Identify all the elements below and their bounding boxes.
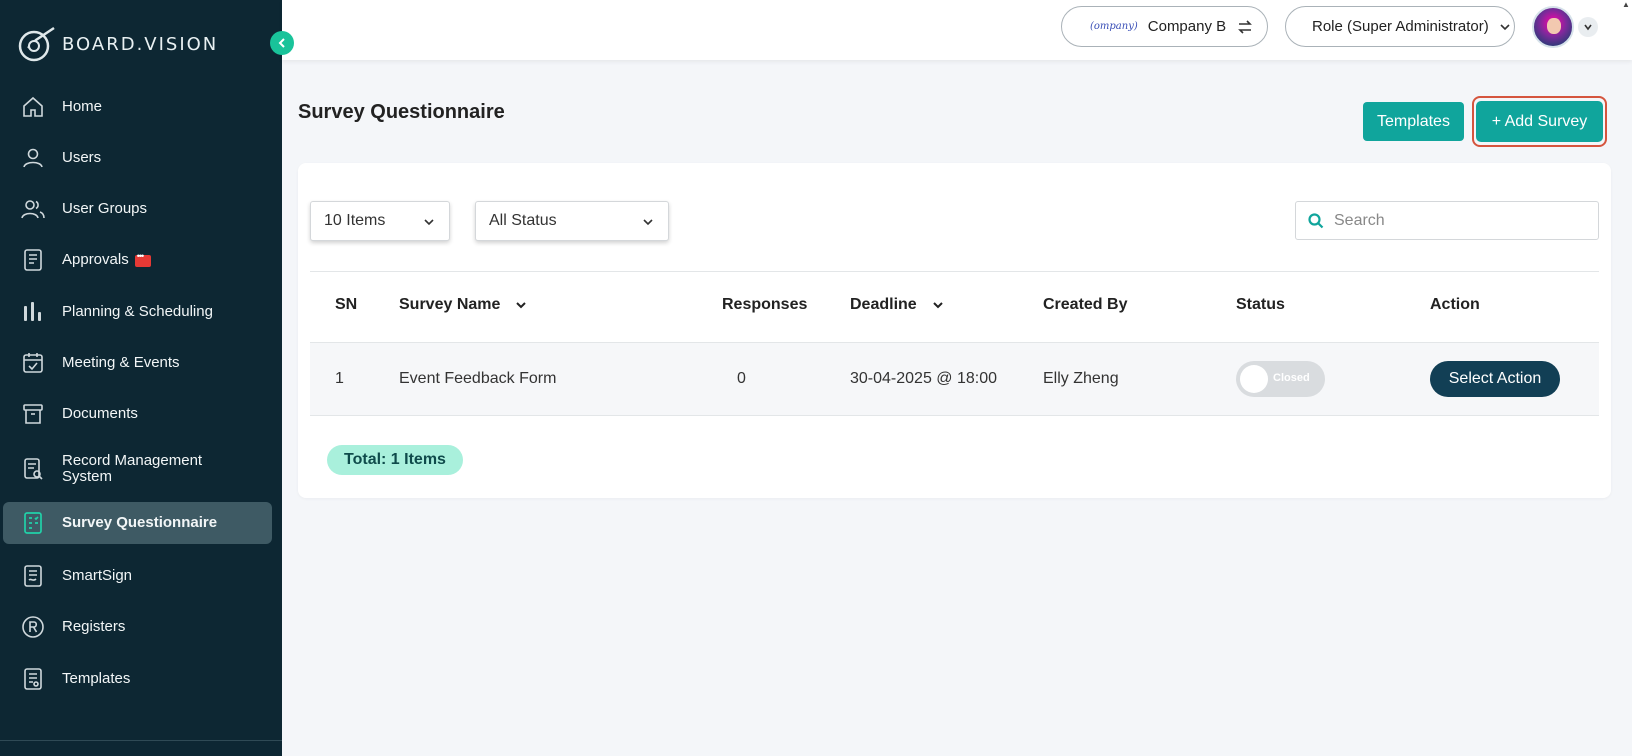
scrollbar-up-arrow[interactable]: ▲ bbox=[1622, 0, 1630, 9]
sort-chevron-icon[interactable] bbox=[514, 298, 528, 312]
items-per-page-select[interactable]: 10 Items bbox=[310, 201, 450, 241]
toggle-knob bbox=[1240, 365, 1268, 393]
sidebar-item-planning[interactable]: Planning & Scheduling bbox=[3, 291, 272, 333]
sidebar-item-survey-questionnaire[interactable]: Survey Questionnaire bbox=[3, 502, 272, 544]
sidebar-item-label: Planning & Scheduling bbox=[62, 303, 213, 320]
user-icon bbox=[20, 145, 46, 171]
items-per-page-value: 10 Items bbox=[324, 212, 386, 229]
sidebar-item-label: SmartSign bbox=[62, 567, 133, 584]
chevron-down-icon bbox=[1500, 23, 1510, 30]
company-name: Company B bbox=[1147, 18, 1227, 35]
sidebar-item-record-management[interactable]: Record Management System bbox=[3, 444, 272, 494]
chevron-down-icon bbox=[643, 219, 653, 226]
smartsign-icon bbox=[20, 563, 46, 589]
sidebar-divider bbox=[0, 740, 282, 741]
search-box[interactable] bbox=[1295, 201, 1599, 240]
board-vision-logo-icon bbox=[18, 26, 55, 62]
brand-name: BOARD.VISION bbox=[62, 33, 219, 55]
sidebar-collapse-button[interactable] bbox=[270, 31, 294, 55]
sidebar-item-home[interactable]: Home bbox=[3, 86, 272, 128]
sidebar-item-label: Meeting & Events bbox=[62, 354, 180, 371]
cell-survey-name: Event Feedback Form bbox=[399, 370, 557, 387]
sidebar-item-smartsign[interactable]: SmartSign bbox=[3, 555, 272, 597]
column-header-status: Status bbox=[1236, 296, 1285, 313]
role-selector[interactable]: Role (Super Administrator) bbox=[1285, 6, 1515, 47]
templates-icon bbox=[20, 666, 46, 692]
sidebar-item-templates[interactable]: Templates bbox=[3, 658, 272, 700]
registered-icon bbox=[20, 614, 46, 640]
sidebar-item-user-groups[interactable]: User Groups bbox=[3, 188, 272, 230]
swap-icon bbox=[1238, 19, 1253, 34]
archive-icon bbox=[20, 401, 46, 427]
sidebar-item-label: Survey Questionnaire bbox=[62, 514, 218, 531]
status-filter-select[interactable]: All Status bbox=[475, 201, 669, 241]
sidebar-item-documents[interactable]: Documents bbox=[3, 393, 272, 435]
column-header-action: Action bbox=[1430, 296, 1480, 313]
table-divider bbox=[310, 415, 1599, 416]
add-survey-button[interactable]: + Add Survey bbox=[1476, 101, 1603, 142]
column-header-survey-name[interactable]: Survey Name bbox=[399, 296, 528, 314]
column-header-sn: SN bbox=[335, 296, 358, 313]
sidebar-item-users[interactable]: Users bbox=[3, 137, 272, 179]
sidebar-item-label: Documents bbox=[62, 405, 138, 422]
sidebar-item-label: Home bbox=[62, 98, 103, 115]
cell-sn: 1 bbox=[335, 370, 344, 387]
sidebar-item-label: Approvals bbox=[62, 251, 129, 268]
sidebar-item-label: User Groups bbox=[62, 200, 148, 217]
user-group-icon bbox=[20, 196, 46, 222]
company-logo: (ompany) bbox=[1090, 21, 1138, 32]
column-header-deadline[interactable]: Deadline bbox=[850, 296, 945, 314]
chevron-down-icon bbox=[1584, 24, 1592, 31]
calendar-icon bbox=[20, 350, 46, 376]
sidebar: BOARD.VISION Home Users User Groups Appr… bbox=[0, 0, 282, 756]
profile-menu-button[interactable] bbox=[1578, 17, 1598, 37]
chat-badge-icon bbox=[134, 251, 151, 267]
survey-icon bbox=[20, 510, 46, 536]
sidebar-item-label: Record Management System bbox=[62, 452, 203, 485]
cell-responses: 0 bbox=[737, 370, 746, 387]
sidebar-item-meetings[interactable]: Meeting & Events bbox=[3, 342, 272, 384]
sidebar-item-approvals[interactable]: Approvals bbox=[3, 239, 272, 281]
page-title: Survey Questionnaire bbox=[298, 101, 505, 123]
column-header-created-by: Created By bbox=[1043, 296, 1128, 313]
chevron-down-icon bbox=[424, 219, 434, 226]
table-divider bbox=[310, 271, 1599, 272]
sidebar-item-label: Registers bbox=[62, 618, 126, 635]
search-icon bbox=[1308, 212, 1324, 228]
total-items-badge: Total: 1 Items bbox=[327, 445, 463, 475]
column-header-responses: Responses bbox=[722, 296, 808, 313]
cell-created-by: Elly Zheng bbox=[1043, 370, 1119, 387]
status-toggle-label: Closed bbox=[1273, 372, 1310, 384]
record-search-icon bbox=[20, 456, 46, 482]
brand[interactable]: BOARD.VISION bbox=[16, 24, 218, 64]
status-filter-value: All Status bbox=[489, 212, 557, 229]
sidebar-item-registers[interactable]: Registers bbox=[3, 606, 272, 648]
avatar[interactable] bbox=[1532, 6, 1574, 48]
role-label: Role (Super Administrator) bbox=[1312, 18, 1489, 35]
search-input[interactable] bbox=[1334, 211, 1584, 230]
sidebar-item-label: Users bbox=[62, 149, 102, 166]
company-switcher[interactable]: (ompany) Company B bbox=[1061, 6, 1268, 47]
templates-button[interactable]: Templates bbox=[1363, 102, 1464, 141]
sort-chevron-icon[interactable] bbox=[931, 298, 945, 312]
approvals-icon bbox=[20, 247, 46, 273]
select-action-button[interactable]: Select Action bbox=[1430, 361, 1560, 397]
home-icon bbox=[20, 94, 46, 120]
bar-chart-icon bbox=[20, 299, 46, 325]
sidebar-item-label: Templates bbox=[62, 670, 131, 687]
avatar-face bbox=[1547, 18, 1561, 34]
chevron-left-icon bbox=[278, 38, 285, 48]
cell-deadline: 30-04-2025 @ 18:00 bbox=[850, 370, 998, 387]
status-toggle[interactable]: Closed bbox=[1236, 361, 1325, 397]
